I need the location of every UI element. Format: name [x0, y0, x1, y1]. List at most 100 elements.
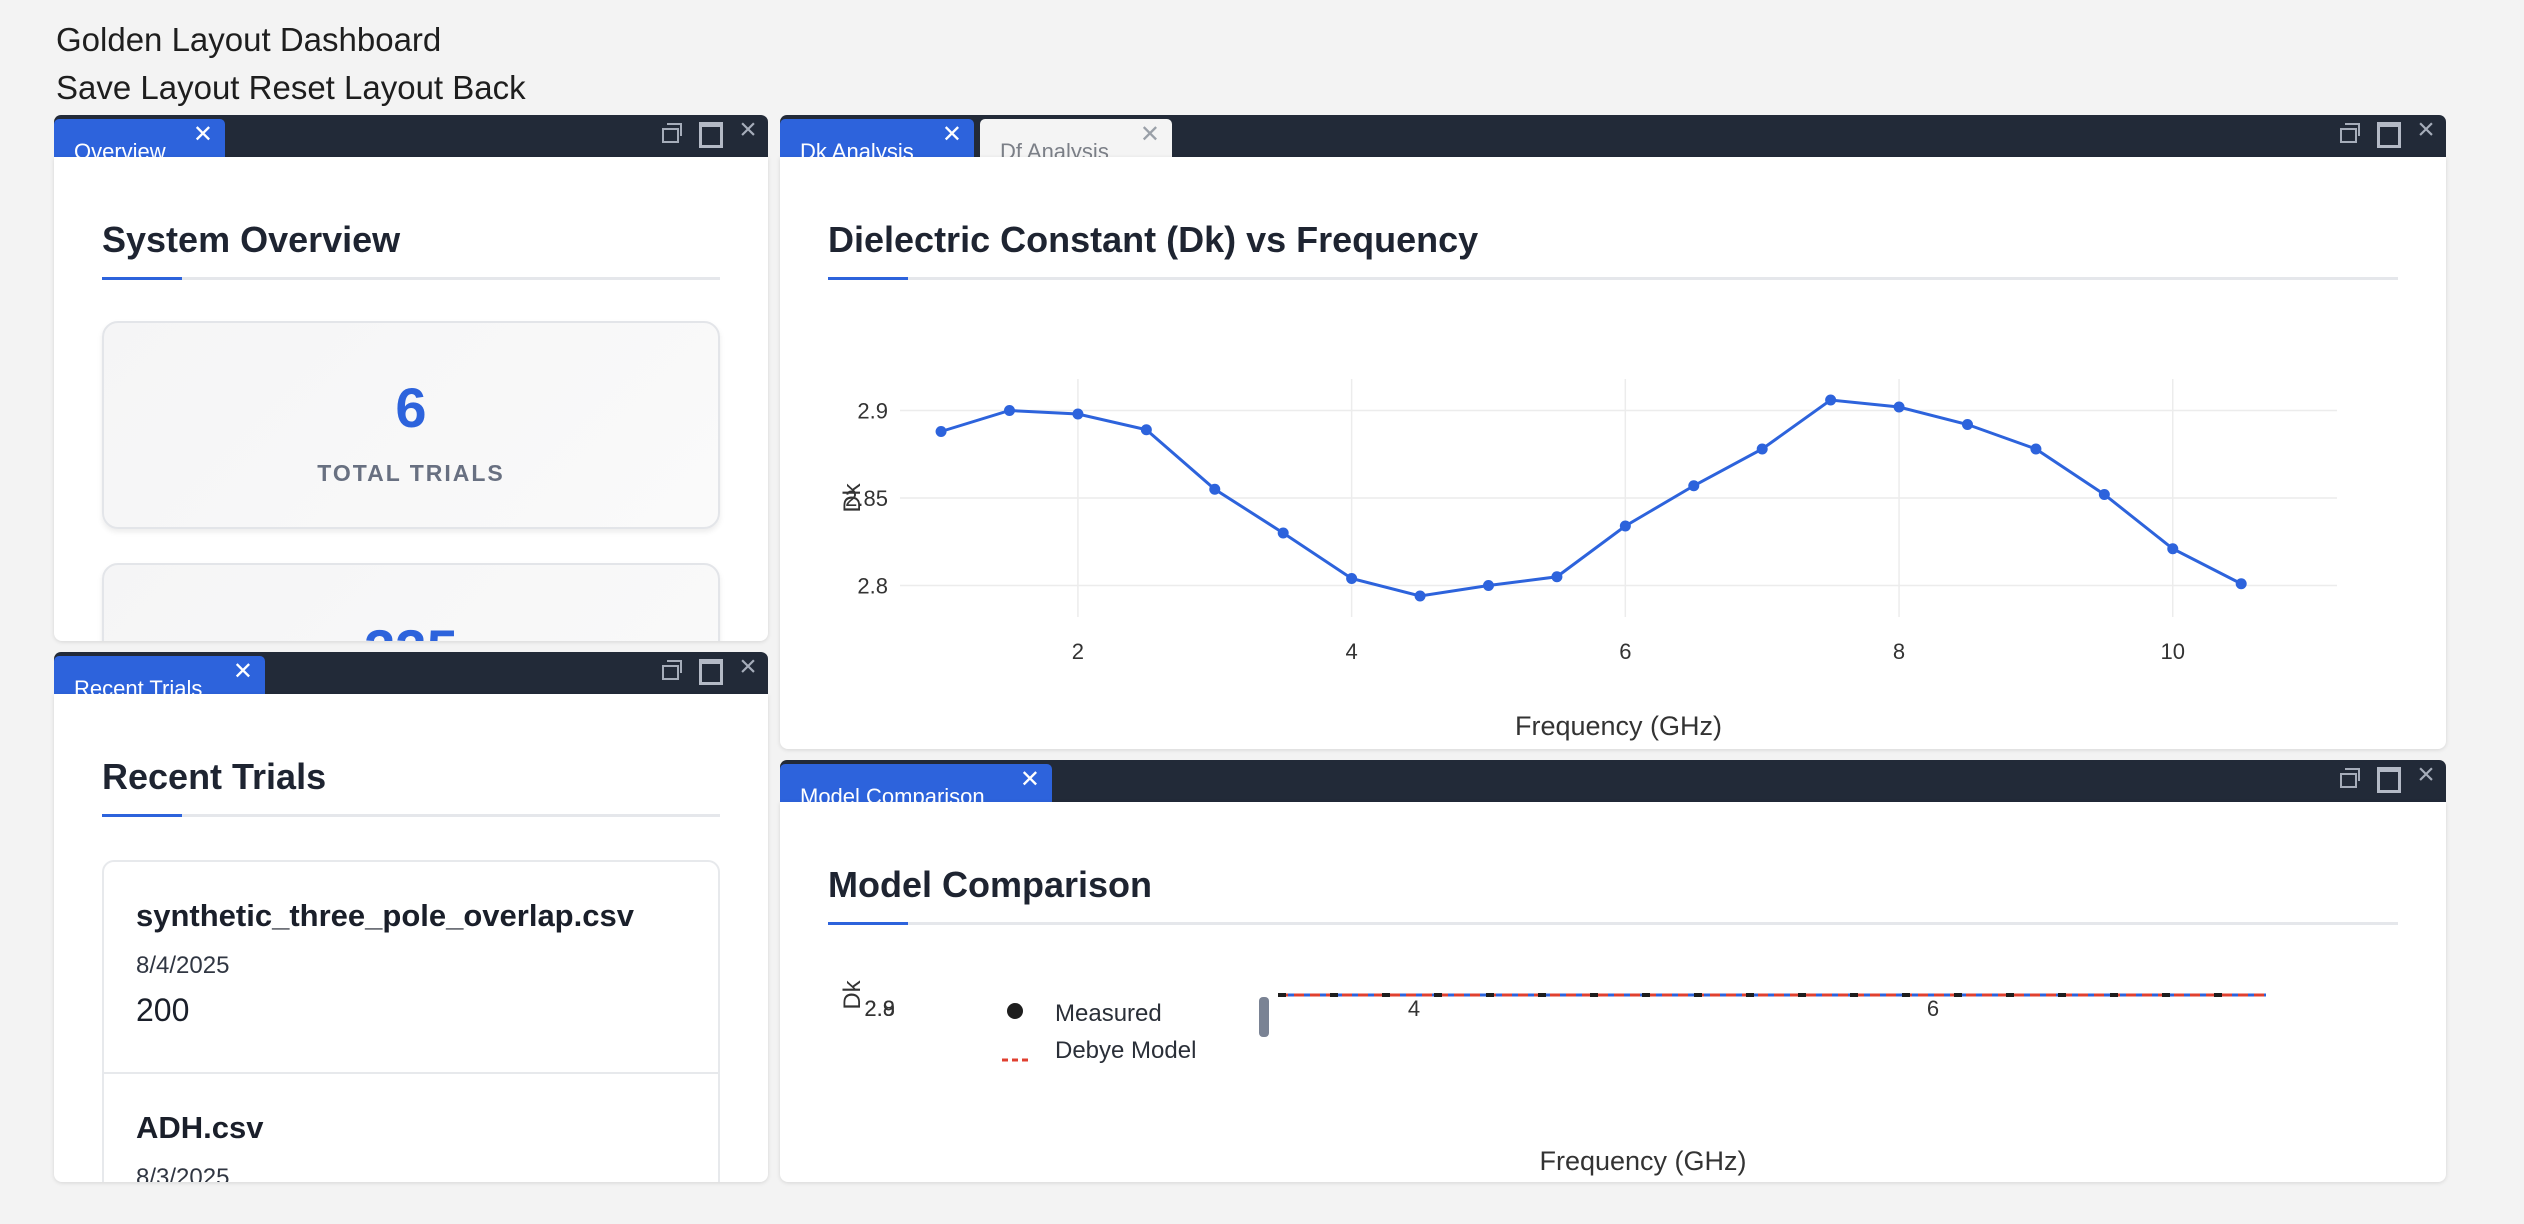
data-point: [1140, 424, 1152, 436]
measured-point: [1798, 993, 1806, 997]
data-point: [1961, 419, 1973, 430]
data-point: [1414, 590, 1426, 602]
measured-point: [1954, 993, 1962, 997]
x-tick-label: 8: [1893, 639, 1905, 664]
x-axis-label: Frequency (GHz): [1515, 711, 1722, 741]
overview-content: System Overview 6 TOTAL TRIALS 335: [54, 157, 768, 641]
data-point: [1893, 401, 1905, 413]
popout-icon[interactable]: [660, 657, 684, 681]
model-comparison-chart[interactable]: Measured Debye Model Dk2.82.946810Freque…: [780, 802, 2446, 1182]
y-axis-label: Dk: [839, 979, 866, 1009]
maximize-icon[interactable]: [698, 120, 723, 148]
x-tick-label: 2: [1072, 639, 1084, 664]
popout-icon[interactable]: [660, 120, 684, 144]
x-tick-label: 10: [2161, 639, 2185, 664]
data-point: [1825, 394, 1837, 406]
close-panel-icon[interactable]: ×: [2414, 760, 2438, 790]
x-tick-label: 4: [1408, 996, 1420, 1021]
measured-point: [1434, 993, 1442, 997]
reset-layout-button[interactable]: Reset Layout: [249, 69, 443, 106]
close-icon[interactable]: ✕: [1140, 123, 1160, 147]
measured-point: [2006, 993, 2014, 997]
page-header: Golden Layout Dashboard Save Layout Rese…: [56, 16, 526, 112]
stat-card-second: 335: [102, 563, 720, 641]
dk-frequency-chart[interactable]: 2 4 6 8 102.82.852.9Frequency (GHz)Dk: [780, 157, 2446, 749]
measured-point: [2058, 993, 2066, 997]
trial-date: 8/3/2025: [136, 1164, 230, 1182]
tab-recent-trials[interactable]: Recent Trials ✕: [54, 656, 265, 694]
data-point: [1482, 580, 1494, 591]
data-point: [2030, 443, 2042, 455]
trial-list: synthetic_three_pole_overlap.csv 8/4/202…: [102, 860, 720, 1182]
x-tick-label: 6: [1619, 639, 1631, 664]
y-tick-label: 2.8: [857, 574, 888, 599]
close-panel-icon[interactable]: ×: [736, 652, 760, 682]
y-tick-label: 2.9: [857, 399, 888, 424]
measured-point: [1694, 993, 1702, 997]
section-title: Recent Trials: [102, 756, 327, 797]
legend-scroll-handle[interactable]: [1259, 997, 1269, 1037]
toolbar: Save Layout Reset Layout Back: [56, 64, 526, 112]
overview-tabbar: Overview ✕ ×: [54, 115, 768, 157]
back-button[interactable]: Back: [452, 69, 525, 106]
tab-overview-label: Overview: [74, 139, 166, 157]
measured-point: [2110, 993, 2118, 997]
measured-point: [1850, 993, 1858, 997]
measured-point: [1538, 993, 1546, 997]
x-tick-label: 6: [1927, 996, 1939, 1021]
data-point: [1756, 443, 1768, 455]
close-icon[interactable]: ✕: [193, 123, 213, 147]
tab-dk-analysis-label: Dk Analysis: [800, 139, 914, 157]
data-point: [2167, 543, 2179, 555]
y-axis-label: Dk: [839, 482, 866, 512]
maximize-icon[interactable]: [698, 657, 723, 685]
measured-point: [2162, 993, 2170, 997]
recent-trials-content: Recent Trials synthetic_three_pole_overl…: [54, 694, 768, 1182]
data-point: [1209, 483, 1221, 495]
data-point: [1346, 573, 1358, 584]
measured-point: [1746, 993, 1754, 997]
data-point: [2235, 578, 2247, 590]
measured-point: [1486, 993, 1494, 997]
close-panel-icon[interactable]: ×: [736, 115, 760, 145]
analysis-tabbar: Dk Analysis ✕ Df Analysis ✕ ×: [780, 115, 2446, 157]
legend: Measured Debye Model: [1002, 1000, 1196, 1064]
tab-overview[interactable]: Overview ✕: [54, 119, 225, 157]
tab-df-analysis[interactable]: Df Analysis ✕: [980, 119, 1172, 157]
list-item[interactable]: ADH.csv 8/3/2025: [104, 1072, 718, 1182]
trial-name: ADH.csv: [136, 1110, 264, 1145]
x-tick-label: 4: [1346, 639, 1358, 664]
close-icon[interactable]: ✕: [1020, 768, 1040, 792]
popout-icon[interactable]: [2338, 120, 2362, 144]
page-title: Golden Layout Dashboard: [56, 21, 442, 58]
window-controls: ×: [2338, 115, 2438, 148]
close-icon[interactable]: ✕: [233, 660, 253, 684]
list-item[interactable]: synthetic_three_pole_overlap.csv 8/4/202…: [104, 862, 718, 1072]
model-comparison-content: Model Comparison Measured Debye Model Dk…: [780, 802, 2446, 1182]
measured-point: [1382, 993, 1390, 997]
close-panel-icon[interactable]: ×: [2414, 115, 2438, 145]
legend-label-measured: Measured: [1055, 1000, 1162, 1027]
trial-count: 200: [136, 992, 190, 1028]
recent-trials-tabbar: Recent Trials ✕ ×: [54, 652, 768, 694]
data-point: [1688, 480, 1700, 492]
measured-point: [1330, 993, 1338, 997]
popout-icon[interactable]: [2338, 765, 2362, 789]
tab-dk-analysis[interactable]: Dk Analysis ✕: [780, 119, 974, 157]
maximize-icon[interactable]: [2376, 765, 2401, 793]
model-comparison-tabbar: Model Comparison ✕ ×: [780, 760, 2446, 802]
stat-card-total-trials: 6 TOTAL TRIALS: [102, 321, 720, 529]
window-controls: ×: [660, 652, 760, 685]
close-icon[interactable]: ✕: [942, 123, 962, 147]
data-point: [935, 426, 947, 437]
section-title: System Overview: [102, 219, 401, 260]
data-point: [1551, 571, 1563, 583]
y-tick-label: 2.9: [864, 996, 895, 1021]
x-axis-label: Frequency (GHz): [1539, 1146, 1746, 1176]
trial-date: 8/4/2025: [136, 952, 230, 979]
measured-point: [2214, 993, 2222, 997]
tab-model-comparison[interactable]: Model Comparison ✕: [780, 764, 1052, 802]
analysis-content: Dielectric Constant (Dk) vs Frequency 24…: [780, 157, 2446, 749]
maximize-icon[interactable]: [2376, 120, 2401, 148]
save-layout-button[interactable]: Save Layout: [56, 69, 239, 106]
